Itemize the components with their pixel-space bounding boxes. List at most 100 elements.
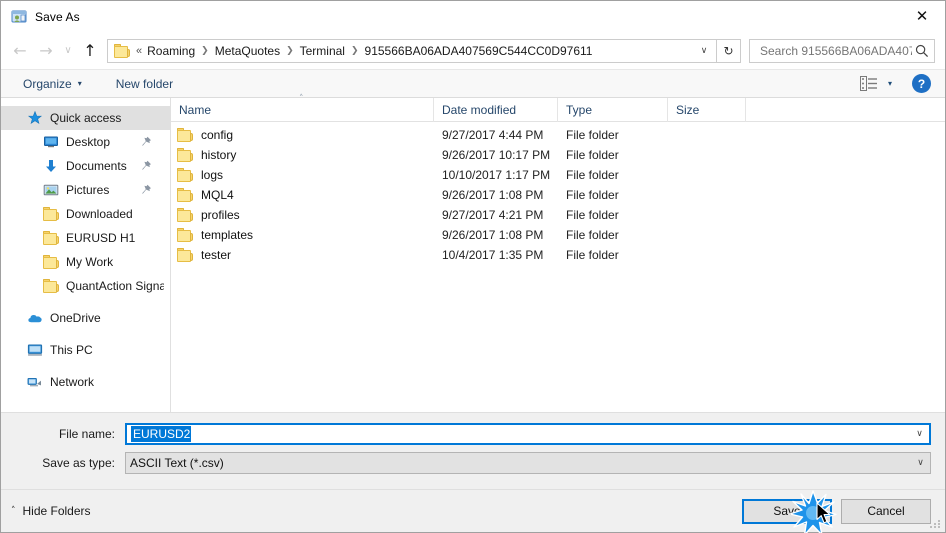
table-row[interactable]: history 9/26/2017 10:17 PM File folder [171,145,945,165]
up-icon[interactable]: ↑ [77,38,103,64]
hide-folders-label: Hide Folders [22,504,91,518]
breadcrumb-separator-1[interactable]: ❯ [283,46,297,56]
folder-icon [177,128,193,142]
chevron-down-icon[interactable]: ∨ [911,453,930,473]
file-name-label: tester [201,248,232,262]
breadcrumb-item-3[interactable]: 915566BA06ADA407569C544CC0D97611 [362,43,596,59]
resize-grip[interactable] [930,518,942,530]
sidebar-item-network[interactable]: Network [1,370,170,394]
recent-locations-icon[interactable]: ∨ [59,38,77,64]
table-row[interactable]: templates 9/26/2017 1:08 PM File folder [171,225,945,245]
close-icon[interactable]: ✕ [899,1,945,31]
sidebar-item-desktop[interactable]: Desktop [1,130,170,154]
breadcrumb-item-0[interactable]: Roaming [144,43,198,59]
search-input[interactable] [758,42,914,59]
help-button[interactable]: ? [912,74,931,93]
folder-icon [114,43,130,58]
sidebar-item-onedrive[interactable]: OneDrive [1,306,170,330]
breadcrumb-separator-2[interactable]: ❯ [348,46,362,56]
file-date-cell: 9/26/2017 1:08 PM [442,228,544,242]
sidebar-item-documents[interactable]: Documents [1,154,170,178]
file-size-cell [668,225,746,245]
sidebar-item-label: Quick access [50,111,122,125]
sidebar-item-eurusd-h1[interactable]: EURUSD H1 [1,226,170,250]
file-name-input[interactable]: EURUSD2 ∨ [125,423,931,445]
folder-icon [43,255,59,269]
file-date-cell: 9/26/2017 1:08 PM [442,188,544,202]
table-row[interactable]: tester 10/4/2017 1:35 PM File folder [171,245,945,265]
folder-icon [43,279,59,293]
breadcrumb-separator-0[interactable]: ❯ [198,46,212,56]
save-as-icon [11,9,27,25]
table-row[interactable]: logs 10/10/2017 1:17 PM File folder [171,165,945,185]
save-as-type-row: Save as type: ASCII Text (*.csv) ∨ [15,452,931,474]
pc-icon [27,342,43,358]
save-as-dialog: Save As ✕ ← → ∨ ↑ « Roaming ❯ MetaQuotes… [0,0,946,533]
folder-icon [177,168,193,182]
sidebar-item-pictures[interactable]: Pictures [1,178,170,202]
sidebar-item-label: This PC [50,343,93,357]
file-name-cell: profiles [171,205,434,225]
file-date-cell: 10/4/2017 1:35 PM [442,248,544,262]
column-header-date-modified[interactable]: Date modified [434,97,558,122]
view-chevron-down-icon[interactable]: ▾ [888,79,892,88]
folder-icon [177,148,193,162]
file-name-value: EURUSD2 [131,426,192,442]
folder-icon [177,188,193,202]
pin-icon[interactable] [141,136,152,148]
sidebar-item-label: OneDrive [50,311,101,325]
file-name-label: profiles [201,208,240,222]
sidebar-item-my-work[interactable]: My Work [1,250,170,274]
hide-folders-button[interactable]: ˄ Hide Folders [11,504,91,518]
search-box[interactable] [749,38,935,63]
table-row[interactable]: MQL4 9/26/2017 1:08 PM File folder [171,185,945,205]
sidebar-item-quick-access[interactable]: Quick access [1,106,170,130]
sidebar-item-quantaction-signal[interactable]: QuantAction Signal [1,274,170,298]
table-row[interactable]: profiles 9/27/2017 4:21 PM File folder [171,205,945,225]
organize-button[interactable]: Organize ▾ [15,74,90,94]
breadcrumb-item-2[interactable]: Terminal [297,43,348,59]
file-size-cell [668,165,746,185]
cancel-button[interactable]: Cancel [841,498,931,524]
file-size-cell [668,145,746,165]
sidebar-item-label: Network [50,375,95,389]
file-size-cell [668,125,746,145]
chevron-up-icon: ˄ [11,506,16,516]
sidebar-item-label: Desktop [66,135,111,149]
save-button[interactable]: Save [742,498,832,524]
breadcrumb-item-1[interactable]: MetaQuotes [212,43,283,59]
file-size-cell [668,245,746,265]
sidebar-item-this-pc[interactable]: This PC [1,338,170,362]
chevron-down-icon[interactable]: ∨ [910,425,929,443]
file-name-label: templates [201,228,254,242]
chevron-down-icon: ▾ [77,79,82,88]
file-size-cell [668,185,746,205]
save-as-type-select[interactable]: ASCII Text (*.csv) ∨ [125,452,931,474]
back-icon[interactable]: ← [7,38,33,64]
column-header-type[interactable]: Type [558,97,668,122]
table-row[interactable]: config 9/27/2017 4:44 PM File folder [171,125,945,145]
toolbar-right-group: ▾ ? [859,74,937,93]
new-folder-button[interactable]: New folder [108,74,181,94]
address-bar[interactable]: « Roaming ❯ MetaQuotes ❯ Terminal ❯ 9155… [107,38,717,63]
file-type-cell: File folder [566,208,619,222]
view-list-icon[interactable] [859,76,878,91]
column-header-name[interactable]: Name ˄ [171,94,434,122]
file-name-cell: logs [171,165,434,185]
refresh-icon[interactable]: ↻ [717,38,741,63]
save-form: File name: EURUSD2 ∨ Save as type: ASCII… [1,412,945,489]
file-name-row: File name: EURUSD2 ∨ [15,423,931,445]
sidebar-item-downloaded[interactable]: Downloaded [1,202,170,226]
pin-icon[interactable] [141,160,152,172]
forward-icon[interactable]: → [33,38,59,64]
search-icon[interactable] [914,43,930,59]
pin-icon[interactable] [141,184,152,196]
column-header-size[interactable]: Size [668,97,746,122]
breadcrumb-overflow[interactable]: « [134,44,144,58]
file-type-cell: File folder [566,248,619,262]
file-list-pane: Name ˄ Date modified Type Size config 9/… [171,94,945,412]
toolbar: Organize ▾ New folder ▾ ? [1,69,945,98]
chevron-down-icon[interactable]: ∨ [694,40,714,62]
sidebar-item-label: My Work [66,255,114,269]
